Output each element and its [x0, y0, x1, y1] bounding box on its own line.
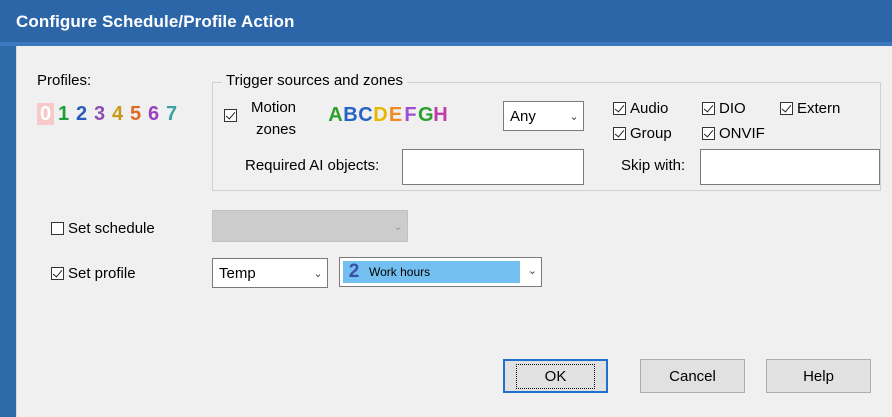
onvif-check-box[interactable] [702, 127, 715, 140]
window-title: Configure Schedule/Profile Action [16, 12, 295, 31]
zone-a[interactable]: A [328, 104, 343, 126]
motion-label-line2: zones [256, 121, 297, 138]
zone-f[interactable]: F [403, 104, 418, 126]
onvif-checkbox[interactable]: ONVIF [702, 125, 765, 142]
chevron-down-icon: ⌄ [527, 265, 537, 277]
extern-label: Extern [797, 100, 841, 117]
zone-e[interactable]: E [388, 104, 403, 126]
chevron-down-icon: ⌄ [393, 220, 403, 233]
dialog-window: Configure Schedule/Profile Action Profil… [0, 0, 892, 417]
trigger-group-title: Trigger sources and zones [222, 72, 408, 89]
zone-mode-value: Any [510, 107, 536, 125]
group-check-box[interactable] [613, 127, 626, 140]
help-button[interactable]: Help [766, 359, 871, 393]
selected-profile: 2 Work hours [343, 261, 520, 283]
selected-profile-number: 2 [348, 261, 360, 282]
zone-b[interactable]: B [343, 104, 358, 126]
motion-zones-selector[interactable]: ABCDEFGH [328, 104, 448, 126]
zone-mode-dropdown[interactable]: Any ⌄ [503, 101, 584, 131]
audio-checkbox[interactable]: Audio [613, 100, 668, 117]
help-button-label: Help [803, 367, 834, 385]
profile-2[interactable]: 2 [73, 103, 90, 125]
profile-mode-dropdown[interactable]: Temp ⌄ [212, 258, 328, 288]
profile-mode-value: Temp [219, 264, 256, 282]
skip-with-label: Skip with: [621, 157, 686, 174]
chevron-down-icon: ⌄ [313, 267, 323, 280]
required-ai-input[interactable] [402, 149, 584, 185]
audio-check-box[interactable] [613, 102, 626, 115]
extern-checkbox[interactable]: Extern [780, 100, 840, 117]
profile-3[interactable]: 3 [91, 103, 108, 125]
set-profile-check-box[interactable] [51, 267, 64, 280]
set-profile-label: Set profile [68, 265, 136, 282]
set-schedule-check-box[interactable] [51, 222, 64, 235]
zone-g[interactable]: G [418, 104, 434, 126]
profile-7[interactable]: 7 [163, 103, 180, 125]
cancel-button[interactable]: Cancel [640, 359, 745, 393]
group-label: Group [630, 125, 672, 142]
profiles-selector[interactable]: 01234567 [37, 103, 180, 125]
profile-5[interactable]: 5 [127, 103, 144, 125]
cancel-button-label: Cancel [669, 367, 716, 385]
zone-c[interactable]: C [358, 104, 373, 126]
zone-d[interactable]: D [373, 104, 388, 126]
set-profile-checkbox[interactable]: Set profile [51, 265, 136, 282]
profile-1[interactable]: 1 [55, 103, 72, 125]
required-ai-label: Required AI objects: [245, 157, 380, 174]
motion-zones-checkbox[interactable] [224, 109, 237, 122]
ok-button-label: OK [515, 363, 596, 389]
ok-button[interactable]: OK [503, 359, 608, 393]
schedule-dropdown: ⌄ [212, 210, 408, 242]
dio-label: DIO [719, 100, 746, 117]
audio-label: Audio [630, 100, 669, 117]
profile-6[interactable]: 6 [145, 103, 162, 125]
extern-check-box[interactable] [780, 102, 793, 115]
skip-with-input[interactable] [700, 149, 880, 185]
zone-h[interactable]: H [433, 104, 448, 126]
set-schedule-checkbox[interactable]: Set schedule [51, 220, 155, 237]
profile-4[interactable]: 4 [109, 103, 126, 125]
onvif-label: ONVIF [719, 125, 765, 142]
motion-label-line1: Motion [251, 99, 297, 116]
motion-zones-check-box[interactable] [224, 109, 237, 122]
dio-checkbox[interactable]: DIO [702, 100, 746, 117]
selected-profile-name: Work hours [369, 265, 431, 279]
dialog-client-area: Profiles: 01234567 Trigger sources and z… [16, 46, 892, 417]
chevron-down-icon: ⌄ [569, 110, 579, 123]
set-schedule-label: Set schedule [68, 220, 155, 237]
group-checkbox[interactable]: Group [613, 125, 672, 142]
title-bar[interactable]: Configure Schedule/Profile Action [0, 0, 892, 46]
profile-dropdown[interactable]: 2 Work hours ⌄ [339, 257, 542, 287]
profiles-label: Profiles: [37, 72, 92, 89]
profile-0[interactable]: 0 [37, 103, 54, 125]
dio-check-box[interactable] [702, 102, 715, 115]
